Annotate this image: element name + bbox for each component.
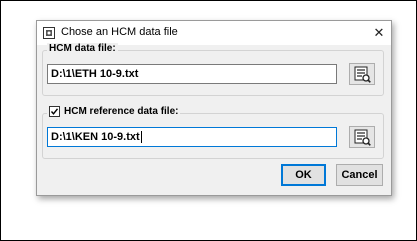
hcm-data-file-input[interactable]: D:\1\ETH 10-9.txt <box>47 64 337 84</box>
cancel-button[interactable]: Cancel <box>336 164 383 186</box>
reference-enabled-checkbox[interactable] <box>49 106 60 117</box>
hcm-reference-data-file-label: HCM reference data file: <box>47 106 181 117</box>
browse-file-icon <box>354 66 371 83</box>
hcm-file-dialog: Chose an HCM data file ✕ HCM data file: … <box>36 20 392 196</box>
hcm-data-file-label: HCM data file: <box>47 43 118 54</box>
hcm-data-file-browse-button[interactable] <box>349 63 375 85</box>
dialog-title: Chose an HCM data file <box>61 26 178 38</box>
hcm-reference-data-file-browse-button[interactable] <box>349 126 375 148</box>
hcm-reference-data-file-group: HCM reference data file: D:\1\KEN 10-9.t… <box>42 106 384 159</box>
title-bar: Chose an HCM data file ✕ <box>37 21 391 45</box>
browse-file-icon <box>354 129 371 146</box>
ok-button[interactable]: OK <box>281 164 326 186</box>
text-caret <box>140 131 142 144</box>
hcm-reference-data-file-input[interactable]: D:\1\KEN 10-9.txt <box>47 127 337 147</box>
hcm-data-file-group: HCM data file: D:\1\ETH 10-9.txt <box>42 43 384 96</box>
app-icon <box>43 26 55 39</box>
close-button[interactable]: ✕ <box>369 23 389 43</box>
